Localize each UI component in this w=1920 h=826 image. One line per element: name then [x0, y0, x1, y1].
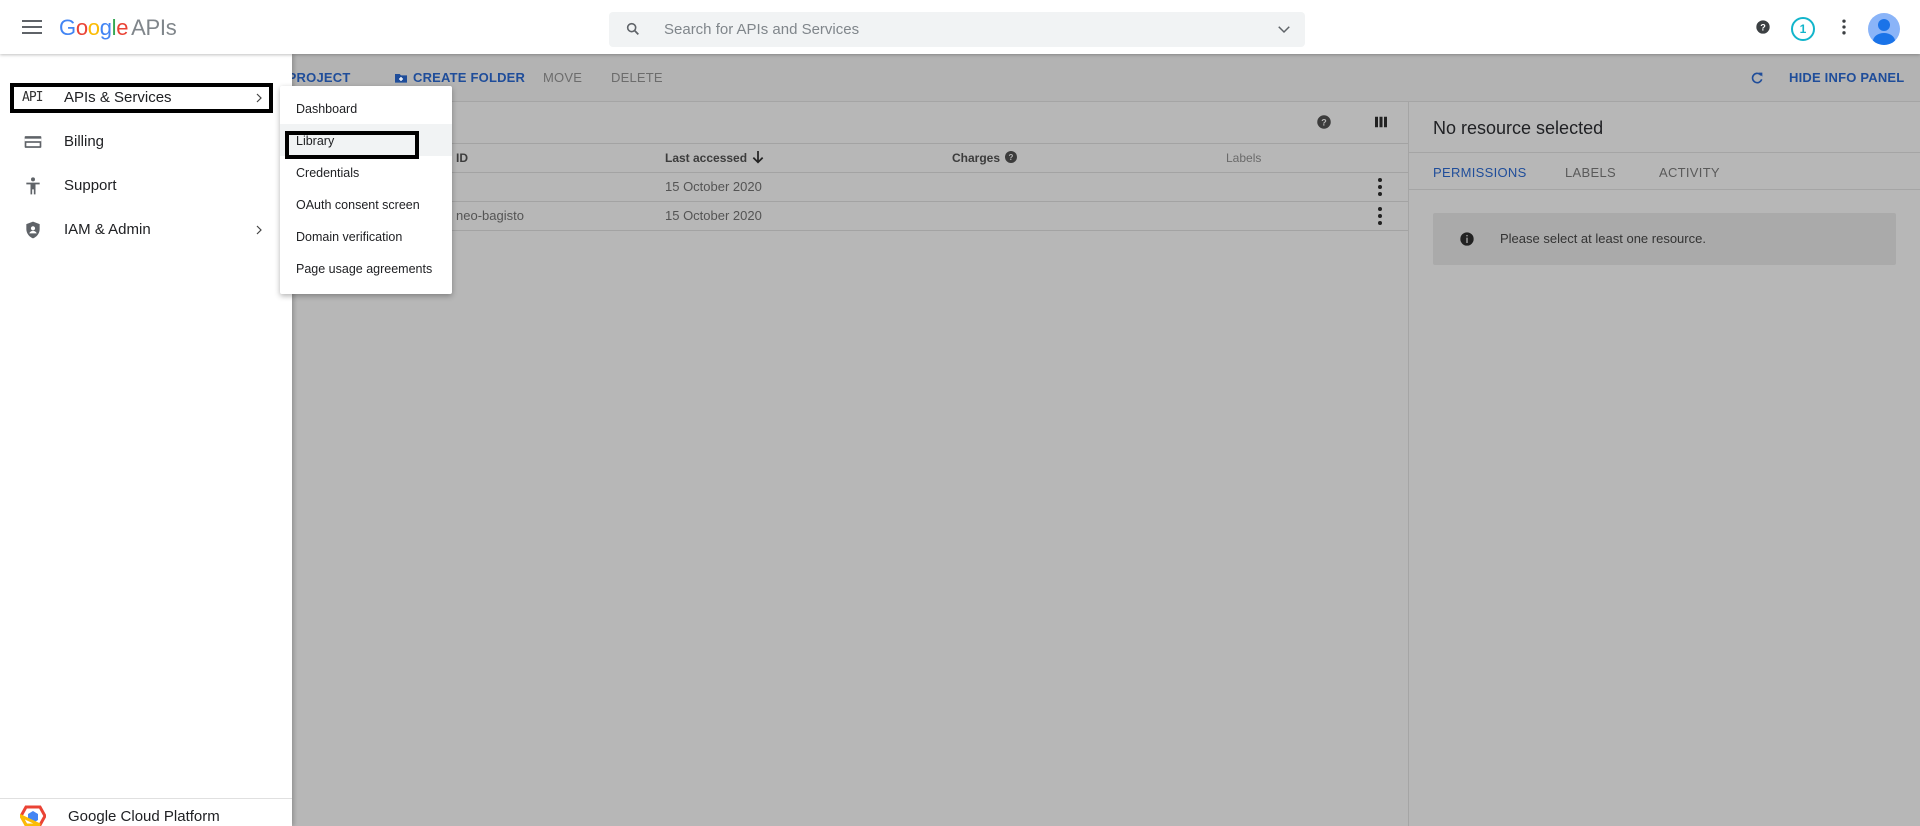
shield-icon [26, 221, 40, 239]
create-folder-button[interactable]: CREATE FOLDER [413, 70, 525, 85]
tab-permissions[interactable]: PERMISSIONS [1433, 165, 1527, 180]
sidebar-item-apis-services[interactable]: API APIs & Services [10, 83, 273, 113]
svg-text:?: ? [1760, 22, 1766, 32]
avatar[interactable] [1868, 13, 1900, 45]
sidebar-item-label: APIs & Services [64, 89, 172, 106]
info-panel: No resource selected PERMISSIONS LABELS … [1408, 102, 1920, 826]
help-icon[interactable]: ? [1315, 113, 1333, 131]
footer-label: Google Cloud Platform [68, 808, 220, 825]
logo-letter: e [116, 15, 129, 40]
sidebar-item-iam-admin[interactable]: IAM & Admin [10, 215, 273, 245]
chevron-down-icon[interactable] [1275, 20, 1293, 38]
more-vert-icon[interactable] [1834, 17, 1854, 37]
divider [292, 230, 1408, 231]
sidebar-item-label: Billing [64, 133, 105, 150]
help-icon[interactable]: ? [1753, 17, 1773, 37]
google-apis-logo[interactable]: Google APIs [59, 15, 177, 41]
search-bar[interactable]: Search for APIs and Services [609, 12, 1305, 47]
menu-icon[interactable] [20, 17, 44, 37]
column-header-charges[interactable]: Charges [952, 151, 1000, 165]
column-header-labels: Labels [1226, 151, 1262, 165]
refresh-icon[interactable] [1749, 70, 1765, 86]
logo-letter: G [59, 15, 76, 40]
sidebar-item-label: IAM & Admin [64, 221, 151, 238]
help-icon[interactable]: ? [1003, 149, 1019, 165]
sidebar-item-billing[interactable]: Billing [10, 127, 273, 157]
tab-labels[interactable]: LABELS [1565, 165, 1616, 180]
create-folder-icon [395, 74, 407, 83]
svg-text:?: ? [1321, 117, 1327, 127]
info-panel-title: No resource selected [1433, 118, 1604, 138]
google-cloud-logo-icon [20, 805, 46, 826]
search-input[interactable]: Search for APIs and Services [664, 21, 859, 38]
chevron-right-icon [256, 225, 262, 235]
info-message: Please select at least one resource. [1433, 213, 1896, 265]
delete-button[interactable]: DELETE [611, 70, 663, 85]
table-row-last-accessed: 15 October 2020 [665, 179, 762, 194]
logo-letter: g [99, 15, 112, 40]
sidebar-footer[interactable]: Google Cloud Platform [0, 798, 292, 826]
search-icon [626, 22, 639, 35]
api-icon: API [22, 90, 43, 105]
submenu-item-domain-verification[interactable]: Domain verification [296, 230, 402, 244]
table-row-last-accessed: 15 October 2020 [665, 208, 762, 223]
submenu-item-page-usage[interactable]: Page usage agreements [296, 262, 432, 276]
navigation-drawer: API APIs & Services Billing Support IAM … [0, 54, 292, 826]
divider [292, 201, 1408, 202]
logo-apis-text: APIs [131, 15, 177, 40]
hide-info-panel-button[interactable]: HIDE INFO PANEL [1789, 70, 1904, 85]
submenu-item-credentials[interactable]: Credentials [296, 166, 359, 180]
support-icon [26, 177, 40, 195]
divider [292, 143, 1408, 144]
row-actions-icon[interactable] [1377, 206, 1383, 226]
submenu-item-dashboard[interactable]: Dashboard [296, 102, 357, 116]
divider [292, 172, 1408, 173]
sidebar-item-support[interactable]: Support [10, 171, 273, 201]
tab-activity[interactable]: ACTIVITY [1659, 165, 1720, 180]
submenu-item-oauth-consent[interactable]: OAuth consent screen [296, 198, 420, 212]
info-panel-tabs: PERMISSIONS LABELS ACTIVITY [1409, 152, 1920, 190]
notification-badge[interactable]: 1 [1791, 17, 1815, 41]
sidebar-item-label: Support [64, 177, 117, 194]
info-message-text: Please select at least one resource. [1500, 231, 1706, 246]
billing-icon [24, 136, 42, 148]
logo-letter: o [87, 15, 100, 40]
move-button[interactable]: MOVE [543, 70, 582, 85]
table-header-bar: ? [292, 102, 1408, 143]
svg-text:?: ? [1009, 153, 1014, 162]
row-actions-icon[interactable] [1377, 177, 1383, 197]
top-header: Google APIs Search for APIs and Services … [0, 0, 1920, 54]
chevron-right-icon [256, 93, 262, 103]
logo-letter: o [75, 15, 88, 40]
column-header-last-accessed[interactable]: Last accessed [665, 151, 747, 165]
apis-services-submenu: Dashboard Library Credentials OAuth cons… [280, 86, 452, 294]
info-icon [1460, 232, 1474, 246]
arrow-down-icon[interactable] [750, 149, 766, 165]
library-highlight-box [285, 131, 419, 159]
table-row-id[interactable]: neo-bagisto [456, 208, 524, 223]
column-header-id[interactable]: ID [456, 151, 468, 165]
column-display-icon[interactable] [1372, 113, 1390, 131]
